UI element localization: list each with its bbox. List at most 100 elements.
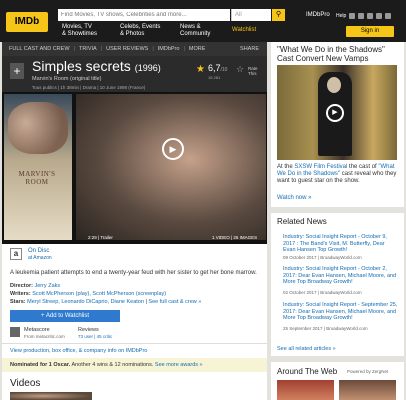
- sxsw-link[interactable]: SXSW Film Festival: [294, 164, 347, 170]
- rating-number: 6,7: [208, 63, 221, 73]
- rate-star-icon[interactable]: ☆: [236, 64, 244, 75]
- imdbpro-link[interactable]: IMDbPro: [306, 12, 330, 18]
- at-amazon-link[interactable]: at Amazon: [28, 255, 52, 261]
- related-news-heading: Related News: [277, 217, 327, 226]
- director-link[interactable]: Jerry Zaks: [34, 283, 60, 289]
- subnav-separator: |: [183, 46, 185, 52]
- subnav-trivia[interactable]: TRIVIA: [79, 46, 97, 52]
- awards-oscar: Nominated for 1 Oscar.: [10, 362, 71, 368]
- promo-text-2: the cast of: [347, 164, 379, 170]
- social-icons: [349, 13, 391, 19]
- awards-bar: Nominated for 1 Oscar. Another 4 wins & …: [2, 358, 267, 372]
- metascore-source: From metacritic.com: [24, 334, 65, 339]
- videos-heading: Videos: [10, 378, 41, 389]
- nav-line2: Community: [180, 31, 211, 37]
- rating-value: 6,7/10: [208, 63, 227, 73]
- rate-this-label[interactable]: Rate This: [248, 66, 264, 76]
- help-link[interactable]: Help: [336, 13, 346, 19]
- director-credit: Director: Jerry Zaks: [10, 283, 60, 289]
- stars-link[interactable]: Meryl Streep, Leonardo DiCaprio, Diane K…: [27, 299, 144, 305]
- instagram-icon[interactable]: [358, 13, 364, 19]
- subnav-separator: |: [152, 46, 154, 52]
- subnav-full-cast[interactable]: FULL CAST AND CREW: [9, 46, 70, 52]
- search-category-select[interactable]: All: [231, 9, 271, 21]
- nav-line1: News &: [180, 24, 201, 30]
- awards-text: Another 4 wins & 12 nominations.: [70, 362, 154, 368]
- sign-in-button[interactable]: Sign in: [346, 26, 394, 37]
- add-to-watchlist-button[interactable]: + Add to Watchlist: [10, 310, 120, 322]
- promo-title[interactable]: "What We Do in the Shadows" Cast Convert…: [277, 45, 401, 63]
- director-label: Director:: [10, 283, 33, 289]
- subnav-imdbpro[interactable]: IMDbPro: [158, 46, 180, 52]
- rating-count[interactable]: 15 281: [208, 75, 220, 80]
- promo-text: At the SXSW Film Festival the cast of "W…: [277, 164, 401, 185]
- see-full-cast-link[interactable]: See full cast & crew »: [148, 299, 201, 305]
- news-date-2: 02 October 2017 | BroadwayWorld.com: [283, 290, 362, 295]
- promo-play-icon[interactable]: ▶: [326, 104, 344, 122]
- nav-line2: & Showtimes: [62, 31, 98, 37]
- news-date-1: 09 October 2017 | BroadwayWorld.com: [283, 255, 362, 260]
- twitch-icon[interactable]: [367, 13, 373, 19]
- watchlist-link[interactable]: Watchlist: [232, 27, 256, 33]
- nav-line1: Celebs, Events: [120, 24, 161, 30]
- around-web-thumbnail-1[interactable]: [277, 380, 334, 400]
- see-all-articles-link[interactable]: See all related articles »: [277, 346, 336, 352]
- writers-credit: Writers: Scott McPherson (play), Scott M…: [10, 291, 166, 297]
- play-icon[interactable]: ▶: [162, 138, 184, 160]
- trailer-video[interactable]: [76, 94, 266, 240]
- around-the-web-heading: Around The Web: [277, 367, 338, 376]
- subnav-separator: |: [73, 46, 75, 52]
- imdbpro-info-link[interactable]: View production, box office, & company i…: [10, 348, 147, 354]
- nav-line2: & Photos: [120, 31, 145, 37]
- watch-now-link[interactable]: Watch now »: [277, 195, 311, 201]
- news-item-1[interactable]: Industry: Social Insight Report - Octobe…: [283, 234, 398, 254]
- star-icon: ★: [196, 64, 205, 75]
- imdb-logo[interactable]: IMDb: [6, 12, 48, 32]
- writers-link[interactable]: Scott McPherson (play), Scott McPherson …: [32, 291, 166, 297]
- metascore-label[interactable]: Metascore: [24, 327, 50, 333]
- twitter-icon[interactable]: [376, 13, 382, 19]
- nav-line1: Movies, TV: [62, 24, 92, 30]
- sidebar-divider: [271, 356, 404, 362]
- subnav-user-reviews[interactable]: USER REVIEWS: [106, 46, 148, 52]
- youtube-icon[interactable]: [385, 13, 391, 19]
- video-duration: 2:29 | Trailer: [88, 235, 113, 240]
- on-disc-link[interactable]: On Disc: [28, 248, 49, 254]
- poster-faces-image: [8, 102, 68, 154]
- title-meta: Tous publics | 1h 38min | Drama | 10 Jun…: [32, 85, 146, 90]
- around-web-thumbnail-2[interactable]: [339, 380, 396, 400]
- media-count[interactable]: 1 VIDEO | 26 IMAGES: [212, 235, 257, 240]
- vampire-face: [327, 77, 341, 93]
- stars-credit: Stars: Meryl Streep, Leonardo DiCaprio, …: [10, 299, 202, 305]
- rating-max: /10: [220, 67, 228, 73]
- add-to-watchlist-plus-icon[interactable]: +: [10, 63, 24, 79]
- movie-title: Simples secrets (1996): [32, 58, 161, 74]
- powered-by-zergnet[interactable]: Powered by ZergNet: [347, 369, 388, 374]
- news-item-3[interactable]: Industry: Social Insight Report - Septem…: [283, 302, 398, 322]
- facebook-icon[interactable]: [349, 13, 355, 19]
- metacritic-icon: [10, 327, 20, 337]
- reviews-label: Reviews: [78, 327, 99, 333]
- promo-text-1: At the: [277, 164, 295, 170]
- nav-news-community[interactable]: News & Community: [180, 24, 210, 38]
- divider: [2, 343, 267, 344]
- nav-movies-tv-showtimes[interactable]: Movies, TV & Showtimes: [62, 24, 97, 38]
- poster-title-text: MARVIN'S ROOM: [18, 170, 56, 186]
- movie-year[interactable]: (1996): [135, 63, 161, 73]
- see-more-awards-link[interactable]: See more awards »: [155, 362, 203, 368]
- title-subnav: FULL CAST AND CREW | TRIVIA | USER REVIEWS…: [2, 42, 267, 56]
- news-item-2[interactable]: Industry: Social Insight Report - Octobe…: [283, 266, 398, 286]
- search-input[interactable]: [58, 9, 230, 21]
- search-icon[interactable]: ⚲: [272, 9, 285, 21]
- original-title: Marvin's Room (original title): [32, 76, 102, 82]
- plot-summary: A leukemia patient attempts to end a twe…: [10, 270, 257, 276]
- sidebar-divider: [271, 207, 404, 213]
- nav-celebs-events-photos[interactable]: Celebs, Events & Photos: [120, 24, 160, 38]
- video-thumbnail[interactable]: [10, 392, 92, 400]
- subnav-separator: |: [100, 46, 103, 52]
- reviews-count-link[interactable]: 73 user | 45 critic: [78, 334, 112, 339]
- subnav-more[interactable]: MORE: [189, 46, 206, 52]
- share-button[interactable]: SHARE: [240, 46, 259, 52]
- stars-label: Stars:: [10, 299, 26, 305]
- amazon-icon[interactable]: a: [10, 248, 22, 260]
